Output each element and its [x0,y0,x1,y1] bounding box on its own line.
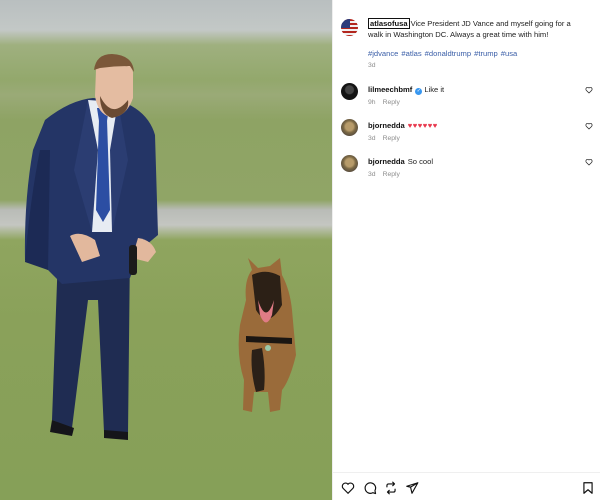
author-username[interactable]: atlasofusa [368,18,410,29]
hashtag[interactable]: #atlas [401,49,421,58]
comment-username[interactable]: bjornedda [368,157,405,166]
comment-username[interactable]: lilmeechbmf [368,85,412,94]
comment-age: 3d [368,171,376,178]
photo-scene [24,54,296,440]
comment-text: ♥♥♥♥♥♥ [407,121,438,130]
commenter-avatar[interactable] [341,119,358,136]
post-action-bar [332,472,600,500]
reply-button[interactable]: Reply [383,99,400,106]
post-photo[interactable] [0,0,332,500]
comment-text: So cool [407,157,434,166]
comment-icon[interactable] [363,481,377,495]
comment-item: lilmeechbmf ✓ Like it 9h Reply [340,83,598,113]
like-comment-heart-icon[interactable] [585,158,593,166]
post-side-panel [332,0,600,500]
man-figure [24,54,159,440]
post-caption: atlasofusa Vice President JD Vance and my… [368,18,578,40]
dog-figure [238,258,296,412]
save-icon[interactable] [581,481,595,495]
hashtag[interactable]: #trump [474,49,498,58]
like-comment-heart-icon[interactable] [585,86,593,94]
hashtag[interactable]: #jdvance [368,49,398,58]
commenter-avatar[interactable] [341,155,358,172]
author-avatar[interactable] [341,19,358,36]
comment-item: bjornedda So cool 3d Reply [340,155,598,185]
comment-age: 3d [368,135,376,142]
verified-icon: ✓ [415,88,423,95]
comment-age: 9h [368,99,376,106]
reply-button[interactable]: Reply [383,135,400,142]
post-meta: 3d [368,62,383,69]
comment-item: bjornedda ♥♥♥♥♥♥ 3d Reply [340,119,598,149]
comment-text: Like it [424,85,445,94]
repost-icon[interactable] [384,481,398,495]
hashtag[interactable]: #donaldtrump [425,49,471,58]
commenter-avatar[interactable] [341,83,358,100]
comment-username[interactable]: bjornedda [368,121,405,130]
share-icon[interactable] [405,481,419,495]
hashtag[interactable]: #usa [501,49,517,58]
hashtag-list: #jdvance #atlas #donaldtrump #trump #usa [368,49,520,58]
like-comment-heart-icon[interactable] [585,122,593,130]
reply-button[interactable]: Reply [383,171,400,178]
heart-icon[interactable] [341,481,355,495]
post-age: 3d [368,62,376,69]
